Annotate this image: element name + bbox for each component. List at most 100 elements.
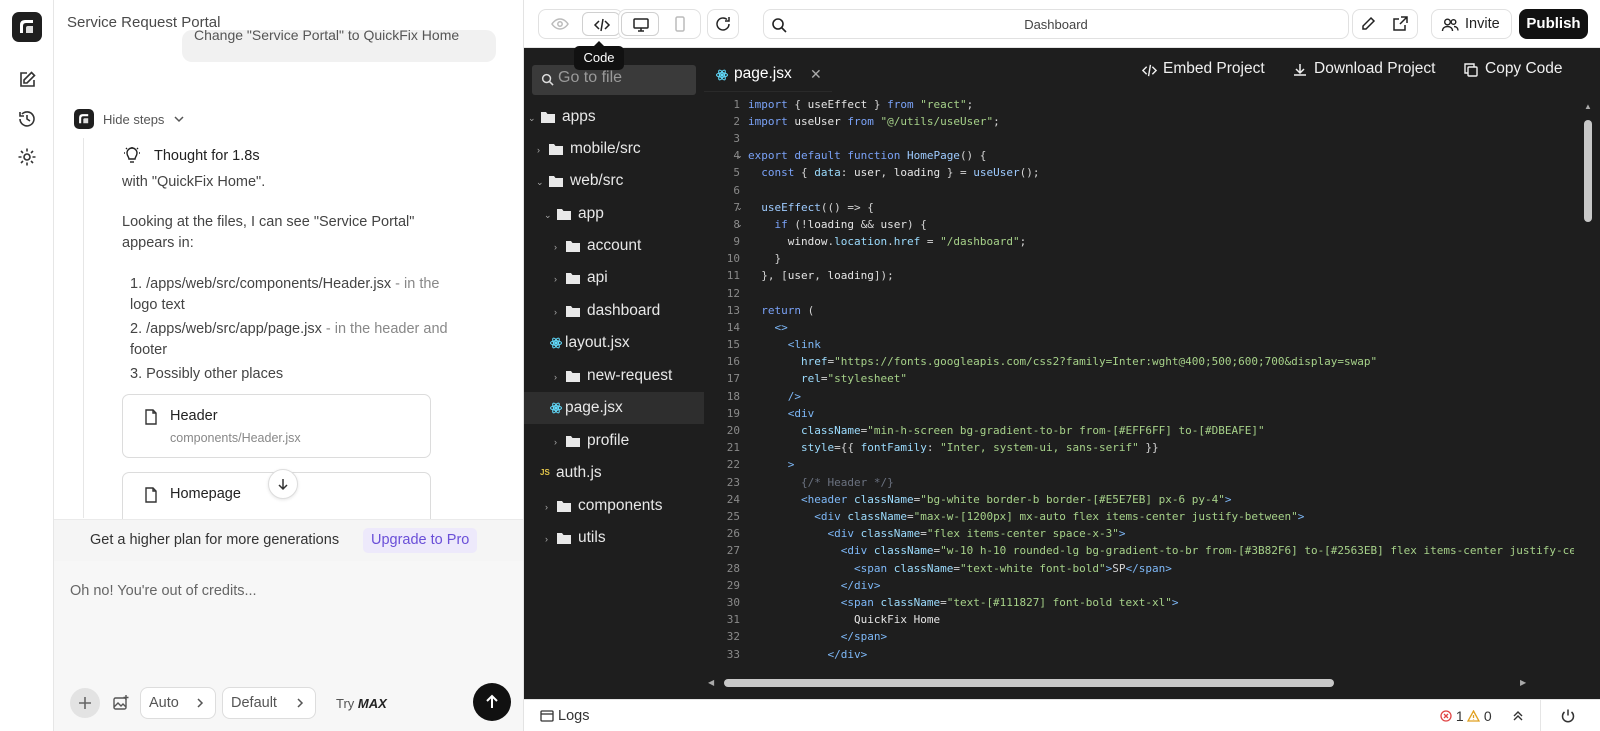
horizontal-scrollbar[interactable]: ◀ ▶: [704, 676, 1574, 690]
tab-page-jsx[interactable]: page.jsx ✕: [704, 58, 832, 92]
lightbulb-icon: [124, 147, 140, 163]
list-item: 3. Possibly other places: [130, 366, 284, 381]
power-icon[interactable]: [1560, 708, 1576, 724]
model-auto-select[interactable]: Auto: [140, 687, 216, 719]
line-number: 32: [726, 630, 740, 643]
tree-folder-utils[interactable]: › utils: [524, 522, 704, 554]
list-item: 2. /apps/web/src/app/page.jsx - in the h…: [130, 319, 448, 340]
steps-toggle-label: Hide steps: [103, 111, 165, 127]
line-number: 5: [733, 166, 740, 179]
error-count[interactable]: 1: [1440, 708, 1464, 724]
chevrons-up-icon[interactable]: [1512, 710, 1524, 722]
open-external-button[interactable]: [1385, 12, 1417, 36]
steps-toggle[interactable]: Hide steps: [74, 109, 185, 129]
pencil-icon: [1362, 16, 1376, 30]
code-line: window.location.href = "/dashboard";: [787, 235, 1027, 248]
logs-button[interactable]: Logs: [540, 708, 589, 724]
embed-project-label: Embed Project: [1163, 60, 1265, 77]
download-project-button[interactable]: Download Project: [1292, 60, 1435, 78]
tree-folder-components[interactable]: › components: [524, 490, 704, 522]
code-line: <div className="flex items-center space-…: [827, 527, 1126, 540]
file-card-header[interactable]: Header components/Header.jsx: [122, 394, 431, 458]
code-line: <div: [787, 407, 815, 420]
vertical-scrollbar[interactable]: ▲ ▼: [1582, 102, 1594, 714]
view-toggle-group: [538, 9, 623, 39]
fold-chevron-icon[interactable]: ⌄: [736, 203, 743, 212]
horizontal-scroll-thumb[interactable]: [724, 679, 1334, 687]
refresh-button[interactable]: [707, 9, 739, 39]
warning-count[interactable]: 0: [1466, 708, 1492, 724]
tree-folder-account[interactable]: › account: [524, 230, 704, 262]
tree-file-auth-js[interactable]: JS auth.js: [524, 457, 704, 489]
close-tab-icon[interactable]: ✕: [810, 66, 822, 83]
code-line: </div>: [840, 579, 881, 592]
users-icon: [1441, 18, 1459, 32]
folder-icon: [541, 112, 555, 123]
logo-icon[interactable]: [12, 12, 42, 42]
mode-default-select[interactable]: Default: [222, 687, 316, 719]
mode-default-label: Default: [231, 695, 277, 711]
gear-icon[interactable]: [17, 147, 37, 167]
tree-folder-apps[interactable]: ⌄ apps: [524, 101, 704, 133]
react-icon: [716, 69, 728, 81]
desktop-view-button[interactable]: [621, 12, 659, 36]
tree-folder-app[interactable]: ⌄ app: [524, 198, 704, 230]
edit-icon[interactable]: [17, 70, 37, 90]
code-line: rel="stylesheet": [800, 372, 907, 385]
embed-project-button[interactable]: Embed Project: [1141, 60, 1265, 78]
tree-item-label: dashboard: [587, 302, 661, 319]
add-attachment-button[interactable]: [70, 688, 100, 718]
code-view-button[interactable]: [582, 12, 620, 36]
history-icon[interactable]: [17, 109, 37, 129]
composer-input[interactable]: Oh no! You're out of credits...: [70, 583, 257, 599]
url-bar[interactable]: Dashboard: [763, 9, 1349, 39]
image-upload-icon[interactable]: [112, 694, 130, 712]
fold-chevron-icon[interactable]: ⌄: [736, 220, 743, 229]
tree-file-page-jsx[interactable]: page.jsx: [524, 392, 704, 424]
line-number: 29: [726, 579, 740, 592]
edit-url-button[interactable]: [1353, 12, 1385, 36]
mobile-view-button[interactable]: [661, 12, 699, 36]
vertical-scroll-thumb[interactable]: [1584, 120, 1592, 222]
folder-icon: [557, 209, 571, 220]
scroll-right-arrow-icon[interactable]: ▶: [1520, 678, 1526, 687]
code-icon: [593, 18, 611, 32]
line-number: 21: [726, 441, 740, 454]
invite-button[interactable]: Invite: [1431, 9, 1512, 39]
chevron-right-icon: ›: [545, 502, 548, 512]
fold-chevron-icon[interactable]: ⌄: [736, 151, 743, 160]
try-max-button[interactable]: Try MAX: [336, 696, 387, 711]
tree-folder-web-src[interactable]: ⌄ web/src: [524, 165, 704, 197]
tree-folder-profile[interactable]: › profile: [524, 425, 704, 457]
tree-folder-new-request[interactable]: › new-request: [524, 360, 704, 392]
folder-icon: [566, 436, 580, 447]
send-button[interactable]: [473, 683, 511, 721]
chevron-right-icon: ›: [554, 437, 557, 447]
code-line: </div>: [827, 648, 868, 661]
code-content[interactable]: import { useEffect } from "react"; impor…: [748, 98, 1574, 676]
tree-folder-dashboard[interactable]: › dashboard: [524, 295, 704, 327]
react-icon: [550, 337, 562, 349]
tree-folder-api[interactable]: › api: [524, 262, 704, 294]
scroll-to-bottom-button[interactable]: [268, 469, 298, 499]
scroll-up-arrow-icon[interactable]: ▲: [1584, 102, 1592, 111]
file-card-name: Header: [170, 408, 218, 424]
tree-item-label: auth.js: [556, 464, 602, 481]
tree-file-layout-jsx[interactable]: layout.jsx: [524, 327, 704, 359]
tree-folder-mobile-src[interactable]: › mobile/src: [524, 133, 704, 165]
chevron-right-icon: ›: [554, 372, 557, 382]
file-icon: [145, 409, 157, 425]
copy-code-button[interactable]: Copy Code: [1463, 60, 1563, 78]
code-line: QuickFix Home: [853, 613, 941, 626]
preview-view-button[interactable]: [541, 12, 579, 36]
composer: Oh no! You're out of credits... Auto Def…: [54, 561, 523, 731]
upgrade-button[interactable]: Upgrade to Pro: [363, 528, 478, 553]
publish-button[interactable]: Publish: [1519, 9, 1588, 39]
scroll-left-arrow-icon[interactable]: ◀: [708, 678, 714, 687]
folder-icon: [549, 176, 563, 187]
chevron-right-icon: [197, 698, 204, 708]
error-icon: [1440, 710, 1452, 722]
code-line: className="min-h-screen bg-gradient-to-b…: [800, 424, 1265, 437]
project-title[interactable]: Service Request Portal: [67, 14, 220, 31]
code-line: return (: [761, 304, 815, 317]
